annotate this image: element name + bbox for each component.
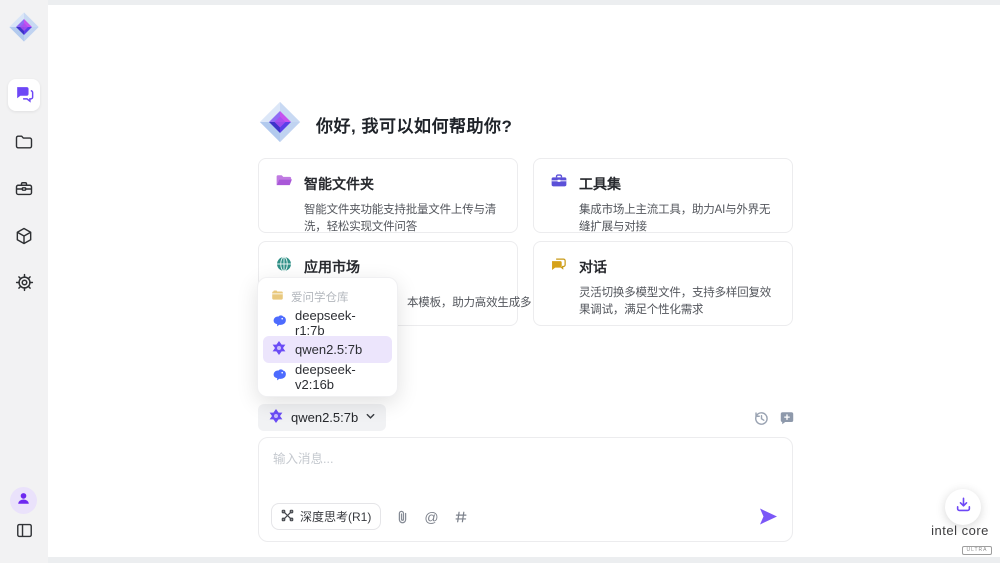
card-smart-folder[interactable]: 智能文件夹 智能文件夹功能支持批量文件上传与清洗，轻松实现文件问答 [258, 158, 518, 233]
model-dropdown-header: 爱问学仓库 [263, 284, 392, 309]
app-logo-icon [8, 11, 40, 43]
new-chat-button[interactable] [777, 408, 797, 428]
smart-folder-icon [275, 172, 293, 195]
card-desc: 集成市场上主流工具，助力AI与外界无缝扩展与对接 [579, 202, 776, 236]
folder-icon [14, 132, 34, 157]
card-title: 应用市场 [304, 257, 360, 277]
greeting-title: 你好, 我可以如何帮助你? [316, 112, 512, 137]
composer: 深度思考(R1) @ [258, 437, 793, 542]
deep-think-label: 深度思考(R1) [300, 508, 371, 525]
intel-ultra-badge: ultra [962, 546, 991, 555]
user-avatar[interactable] [10, 487, 37, 514]
card-title: 对话 [579, 257, 607, 277]
qwen-icon [268, 408, 284, 427]
sidebar-item-toolbox[interactable] [8, 175, 40, 207]
attach-button[interactable] [396, 509, 409, 525]
model-option-qwen[interactable]: qwen2.5:7b [263, 336, 392, 363]
deep-think-icon [281, 509, 294, 525]
chevron-down-icon [365, 410, 376, 425]
model-option-deepseek-r1[interactable]: deepseek-r1:7b [263, 309, 392, 336]
card-title: 智能文件夹 [304, 174, 374, 194]
card-toolset[interactable]: 工具集 集成市场上主流工具，助力AI与外界无缝扩展与对接 [533, 158, 793, 233]
qwen-icon [271, 340, 287, 359]
model-dropdown: 爱问学仓库 deepseek-r1:7b qwen2.5:7b [257, 277, 398, 397]
model-selector[interactable]: qwen2.5:7b [258, 404, 386, 431]
card-dialog[interactable]: 对话 灵活切换多模型文件，支持多样回复效果调试，满足个性化需求 [533, 241, 793, 326]
card-desc-fragment: 本模板，助力高效生成多 [407, 294, 531, 310]
deepseek-icon [271, 367, 287, 386]
greeting: 你好, 我可以如何帮助你? [258, 100, 512, 149]
app-market-icon [275, 255, 293, 278]
user-icon [16, 491, 31, 511]
model-selector-label: qwen2.5:7b [291, 410, 358, 425]
briefcase-icon [14, 179, 34, 204]
hash-button[interactable] [454, 510, 468, 524]
send-button[interactable] [759, 508, 778, 525]
card-desc: 智能文件夹功能支持批量文件上传与清洗，轻松实现文件问答 [304, 202, 501, 236]
greeting-logo-icon [258, 100, 302, 149]
download-fab[interactable] [945, 489, 981, 525]
dialog-icon [550, 255, 568, 278]
history-button[interactable] [751, 408, 771, 428]
sidebar-item-folders[interactable] [8, 128, 40, 160]
sidebar-item-chat[interactable] [8, 79, 40, 111]
toolbox-icon [550, 172, 568, 195]
cube-icon [14, 226, 34, 251]
deepseek-icon [271, 313, 287, 332]
download-icon [955, 496, 972, 518]
intel-core-logo: intel core ultra [925, 523, 995, 556]
deep-think-toggle[interactable]: 深度思考(R1) [271, 503, 381, 530]
card-title: 工具集 [579, 174, 621, 194]
intel-core-text: intel core [925, 523, 995, 538]
panel-toggle-icon [15, 521, 34, 545]
chat-icon [14, 83, 34, 108]
panel-toggle-button[interactable] [12, 521, 36, 545]
sidebar [0, 0, 48, 563]
gear-icon [14, 272, 35, 298]
main-panel: 你好, 我可以如何帮助你? 智能文件夹 智能文件夹功能支持批量文件上传与清洗，轻… [48, 5, 1000, 557]
card-desc: 灵活切换多模型文件，支持多样回复效果调试，满足个性化需求 [579, 285, 776, 319]
mention-button[interactable]: @ [424, 509, 438, 525]
message-input[interactable] [273, 448, 773, 493]
repo-icon [271, 289, 284, 305]
model-option-deepseek-v2[interactable]: deepseek-v2:16b [263, 363, 392, 390]
sidebar-item-models[interactable] [8, 222, 40, 254]
sidebar-item-settings[interactable] [8, 269, 40, 301]
